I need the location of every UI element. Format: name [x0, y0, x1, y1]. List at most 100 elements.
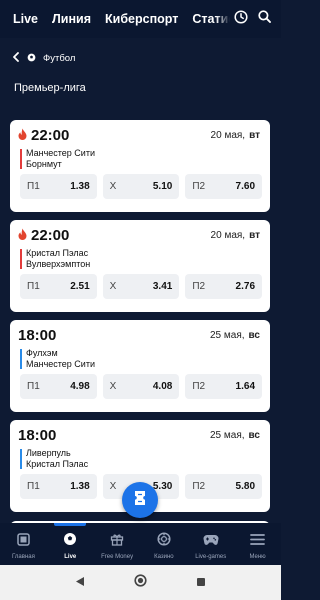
match-date-text: 20 мая,	[210, 230, 246, 241]
casino-chip-icon	[157, 532, 171, 551]
top-navigation: Live Линия Киберспорт Статистика	[0, 0, 281, 38]
soccer-ball-icon	[27, 53, 36, 65]
match-date-text: 25 мая,	[210, 330, 245, 341]
nav-label: Главная	[11, 554, 35, 560]
system-recents-icon[interactable]	[196, 574, 206, 592]
odd-home-win[interactable]: П1 4.98	[20, 374, 97, 399]
odd-value: 2.76	[235, 281, 256, 292]
odd-label: П2	[192, 481, 206, 492]
team-home: Кристал Пэлас	[26, 248, 89, 258]
odds-row: П1 4.98 Х 4.08 П2 1.64	[20, 374, 263, 399]
team-home: Манчестер Сити	[26, 148, 95, 158]
tab-live[interactable]: Live	[13, 12, 38, 26]
match-teams: Манчестер Сити Борнмут	[20, 148, 95, 169]
odd-label: П1	[27, 281, 40, 292]
soccer-ball-icon	[63, 532, 77, 551]
match-time: 22:00	[18, 127, 69, 144]
odd-draw[interactable]: Х 5.10	[102, 174, 180, 199]
odds-row: П1 2.51 Х 3.41 П2 2.76	[20, 274, 263, 299]
match-time-text: 18:00	[18, 427, 57, 444]
tab-line[interactable]: Линия	[52, 12, 91, 26]
ticket-icon	[133, 490, 147, 511]
odd-value: 3.41	[152, 281, 173, 292]
nav-free-money[interactable]: Free Money	[94, 523, 141, 565]
fire-icon	[18, 227, 27, 244]
odd-label: П2	[192, 281, 206, 292]
clock-icon[interactable]	[234, 9, 248, 29]
odds-row: П1 1.38 Х 5.10 П2 7.60	[20, 174, 263, 199]
odd-label: П1	[27, 381, 40, 392]
odd-value: 1.38	[70, 181, 90, 192]
nav-label: Live-games	[195, 554, 227, 560]
odd-label: Х	[109, 281, 117, 292]
match-weekday: вс	[248, 430, 260, 441]
odd-draw[interactable]: Х 3.41	[102, 274, 180, 299]
team-away: Кристал Пэлас	[26, 458, 89, 469]
match-teams: Ливерпуль Кристал Пэлас	[20, 448, 88, 469]
fire-icon	[18, 127, 27, 144]
odd-label: П2	[192, 381, 206, 392]
odd-away-win[interactable]: П2 5.80	[185, 474, 263, 499]
match-time-text: 22:00	[31, 127, 70, 144]
odd-draw[interactable]: Х 4.08	[102, 374, 180, 399]
odd-home-win[interactable]: П1 2.51	[20, 274, 97, 299]
team-away: Борнмут	[26, 158, 62, 169]
match-time-text: 18:00	[18, 327, 57, 344]
odd-home-win[interactable]: П1 1.38	[20, 174, 97, 199]
odd-value: 4.98	[70, 381, 90, 392]
nav-label: Free Money	[101, 554, 134, 560]
breadcrumb-label: Футбол	[43, 53, 76, 64]
odd-label: П1	[27, 181, 40, 192]
odd-home-win[interactable]: П1 1.38	[20, 474, 97, 499]
team-away: Манчестер Сити	[26, 358, 95, 369]
nav-label: Live	[64, 554, 77, 560]
gamepad-icon	[203, 533, 219, 551]
odd-value: 1.64	[235, 381, 256, 392]
league-title: Премьер-лига	[14, 82, 86, 94]
odd-away-win[interactable]: П2 7.60	[185, 174, 263, 199]
match-time: 18:00	[18, 427, 56, 444]
match-date-text: 25 мая,	[210, 430, 245, 441]
odd-label: П2	[192, 181, 206, 192]
match-date: 25 мая, вс	[210, 430, 260, 441]
nav-label: Казино	[154, 554, 174, 560]
back-chevron-icon[interactable]	[12, 52, 20, 65]
bet-slip-button[interactable]	[122, 482, 158, 518]
match-card[interactable]: 22:00 20 мая, вт Манчестер Сити Борнмут П…	[10, 120, 270, 212]
system-navigation-bar	[0, 565, 281, 600]
odd-away-win[interactable]: П2 2.76	[185, 274, 263, 299]
match-date: 20 мая, вт	[211, 130, 260, 141]
top-icons	[216, 0, 281, 38]
gift-icon	[110, 532, 124, 551]
tab-esports[interactable]: Киберспорт	[105, 12, 178, 26]
match-time: 18:00	[18, 327, 56, 344]
search-icon[interactable]	[258, 10, 271, 28]
match-date: 25 мая, вс	[210, 330, 260, 341]
system-back-icon[interactable]	[75, 574, 85, 592]
breadcrumb[interactable]: Футбол	[12, 52, 75, 65]
match-time-text: 22:00	[31, 227, 70, 244]
nav-live-games[interactable]: Live-games	[187, 523, 234, 565]
match-teams: Фулхэм Манчестер Сити	[20, 348, 95, 369]
nav-menu[interactable]: Меню	[234, 523, 281, 565]
odd-value: 5.10	[152, 181, 173, 192]
nav-live[interactable]: Live	[47, 523, 94, 565]
nav-casino[interactable]: Казино	[140, 523, 187, 565]
match-card[interactable]: 18:00 25 мая, вс Фулхэм Манчестер Сити П1…	[10, 320, 270, 412]
match-date: 20 мая, вт	[211, 230, 260, 241]
system-home-icon[interactable]	[134, 573, 147, 592]
match-weekday: вт	[249, 230, 260, 241]
odd-value: 4.08	[152, 381, 173, 392]
match-card[interactable]: 22:00 20 мая, вт Кристал Пэлас Вулверхэмп…	[10, 220, 270, 312]
match-teams: Кристал Пэлас Вулверхэмптон	[20, 248, 90, 269]
odd-label: Х	[109, 481, 117, 492]
odd-label: П1	[27, 481, 40, 492]
team-home: Фулхэм	[26, 348, 58, 358]
home-icon	[17, 533, 30, 551]
nav-home[interactable]: Главная	[0, 523, 47, 565]
odd-value: 2.51	[70, 281, 90, 292]
match-time: 22:00	[18, 227, 69, 244]
match-date-text: 20 мая,	[210, 130, 246, 141]
odd-label: Х	[109, 381, 117, 392]
odd-away-win[interactable]: П2 1.64	[185, 374, 263, 399]
